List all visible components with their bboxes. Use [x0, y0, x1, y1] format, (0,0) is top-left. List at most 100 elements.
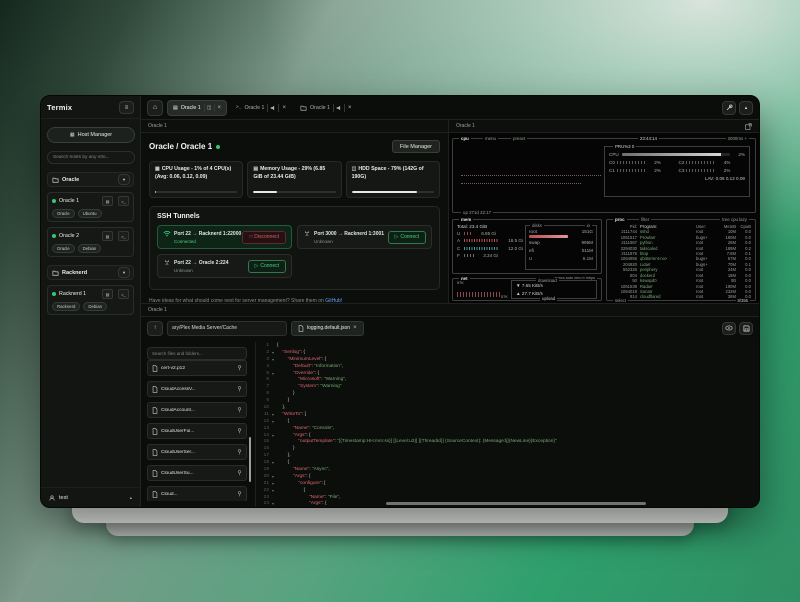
save-button[interactable]	[739, 322, 753, 335]
host-tag: Racknerd	[52, 302, 80, 311]
online-status-dot	[52, 199, 56, 203]
split-view-icon[interactable]: ◫	[204, 104, 215, 112]
btop-terminal[interactable]: cpu menu preset 23:44:14 2000ms + PRU%3 …	[449, 133, 759, 303]
up-directory-button[interactable]: ↑	[147, 321, 163, 336]
proc-row[interactable]: 2111744 sshd root 10M 0.0	[607, 229, 755, 234]
proc-row[interactable]: 1061539 Radarr root 190M 0.0	[607, 283, 755, 288]
folder-collapse-button[interactable]: ▾	[118, 267, 130, 278]
tab-oracle1-server[interactable]: ▤ Oracle 1 ◫ ×	[167, 100, 227, 116]
close-icon[interactable]: ×	[218, 105, 222, 111]
cpu-icon: ▦	[155, 166, 160, 172]
host-row: Oracle 2 ▤ >_	[52, 231, 129, 241]
proc-row[interactable]: 204920 Lidarr bugs+ 70M 0.1	[607, 262, 755, 267]
pin-icon[interactable]	[237, 491, 242, 497]
host-server-view-button[interactable]: ▤	[102, 196, 113, 206]
folder-name: Racknerd	[62, 270, 115, 276]
tunnel-item-connected: Port 22 → Racknerd 1:22000 Connected □ D…	[157, 225, 292, 249]
file-icon	[152, 428, 158, 435]
proc-row[interactable]: 1064018 Sonarr root 232M 0.0	[607, 289, 755, 294]
btop-interval-label: 2000ms +	[726, 136, 749, 141]
disconnect-button[interactable]: □ Disconnect	[242, 231, 286, 244]
host-terminal-button[interactable]: >_	[118, 289, 129, 299]
bell-icon[interactable]	[333, 104, 345, 112]
connect-button[interactable]: ▷ Connect	[388, 231, 426, 244]
folder-icon	[52, 270, 59, 276]
host-card-oracle-1[interactable]: Oracle 1 ▤ >_ Oracle Ubuntu	[47, 192, 134, 222]
server-icon: ▤	[173, 105, 178, 111]
file-item[interactable]: CloudUserSu...	[147, 465, 247, 481]
host-server-view-button[interactable]: ▤	[102, 289, 113, 299]
host-manager-button[interactable]: ▦ Host Manager	[47, 127, 135, 143]
sidebar-menu-button[interactable]: ≡	[119, 101, 134, 114]
proc-row[interactable]: 604 dockerd root 18M 0.0	[607, 273, 755, 278]
proc-table[interactable]: 2111744 sshd root 10M 0.0 1061517 Prowla…	[607, 229, 755, 300]
host-search-input[interactable]	[47, 151, 135, 164]
file-item[interactable]: CloudAccessV...	[147, 381, 247, 397]
json-editor[interactable]: 1 {2▾ "Serilog": {3▾ "MinimumLevel": {4 …	[255, 342, 759, 507]
tunnel-info: Port 3000 → Racknerd 1:3001 Unknown	[303, 230, 384, 244]
proc-row[interactable]: 2294030 tailscaled root 189M 0.2	[607, 245, 755, 250]
load-average: LAV: 0.06 0.12 0.09	[605, 176, 749, 181]
host-terminal-button[interactable]: >_	[118, 196, 129, 206]
editor-horizontal-scrollbar[interactable]	[386, 502, 646, 505]
popout-icon	[745, 123, 752, 130]
tab-oracle1-files[interactable]: Oracle 1 ×	[295, 100, 357, 116]
proc-row[interactable]: 1061517 Prowlarr bugs+ 180M 0.0	[607, 234, 755, 239]
tools-button[interactable]	[722, 101, 736, 115]
host-tag: Oracle	[52, 209, 75, 218]
file-icon	[152, 449, 158, 456]
close-icon[interactable]: ×	[282, 105, 286, 111]
folder-icon	[52, 177, 59, 183]
tab-oracle1-terminal[interactable]: >_ Oracle 1 ×	[231, 100, 291, 116]
sidebar-folder-racknerd[interactable]: Racknerd ▾	[47, 265, 134, 280]
host-card-oracle-2[interactable]: Oracle 2 ▤ >_ Oracle Debian	[47, 227, 134, 257]
close-icon[interactable]: ×	[348, 105, 352, 111]
proc-row[interactable]: 1064956 qbittorrent-no> bugs+ 57M 0.0	[607, 256, 755, 261]
file-item[interactable]: CloudUserFul...	[147, 423, 247, 439]
cpu-meter	[622, 153, 730, 156]
sidebar-folder-oracle[interactable]: Oracle ▾	[47, 172, 134, 187]
proc-row[interactable]: 50 kswapd0 root 0B 0.0	[607, 278, 755, 283]
host-server-view-button[interactable]: ▤	[102, 231, 113, 241]
file-list-scrollbar[interactable]	[249, 437, 251, 482]
host-tag: Debian	[83, 302, 107, 311]
file-item[interactable]: cert-v2.p12	[147, 360, 247, 376]
ssh-tunnels-card: SSH Tunnels Port 22 → Rac	[149, 206, 440, 290]
home-button[interactable]: ⌂	[147, 100, 163, 116]
tunnel-item: Port 22 → Oracle 2:224 Unknown ▷ Connect	[157, 254, 292, 278]
stat-text: ▦CPU Usage - 1% of 4 CPU(s) (Avg: 0.06, …	[155, 166, 237, 181]
file-search-input[interactable]	[147, 347, 247, 360]
proc-row[interactable]: 2111567 python root 26M 0.0	[607, 240, 755, 245]
close-icon[interactable]: ×	[353, 325, 357, 331]
path-input[interactable]	[167, 321, 287, 336]
file-item[interactable]: Cloud...	[147, 486, 247, 501]
bell-icon[interactable]	[267, 104, 279, 112]
pin-icon[interactable]	[237, 407, 242, 413]
mem-meter	[464, 239, 499, 242]
pin-icon[interactable]	[237, 386, 242, 392]
plug-icon	[163, 259, 171, 266]
proc-row[interactable]: 552326 periphery root 24M 0.0	[607, 267, 755, 272]
host-card-racknerd-1[interactable]: Racknerd 1 ▤ >_ Racknerd Debian	[47, 285, 134, 315]
user-menu[interactable]: test ▴	[41, 487, 140, 507]
server-icon: ▤	[106, 292, 110, 297]
proc-row[interactable]: 2111876 btop root 7.6M 0.1	[607, 251, 755, 256]
host-terminal-button[interactable]: >_	[118, 231, 129, 241]
cpu-graph-line	[461, 175, 601, 176]
proc-row[interactable]: 914 cloudflared root 36M 0.0	[607, 294, 755, 299]
popout-button[interactable]	[745, 123, 752, 130]
preview-button[interactable]	[722, 322, 736, 335]
connect-button[interactable]: ▷ Connect	[248, 260, 286, 273]
pin-icon[interactable]	[237, 365, 242, 371]
editor-tab-label: logging.default.json	[307, 325, 350, 331]
file-manager-button[interactable]: File Manager	[392, 140, 440, 153]
pin-icon[interactable]	[237, 449, 242, 455]
editor-tab-logging-json[interactable]: logging.default.json ×	[291, 321, 364, 336]
collapse-button[interactable]: ▴	[739, 101, 753, 115]
file-item[interactable]: CloudAccount...	[147, 402, 247, 418]
file-item[interactable]: CloudUserSer...	[147, 444, 247, 460]
pin-icon[interactable]	[237, 428, 242, 434]
terminal-icon: >_	[121, 292, 126, 297]
folder-collapse-button[interactable]: ▾	[118, 174, 130, 185]
pin-icon[interactable]	[237, 470, 242, 476]
